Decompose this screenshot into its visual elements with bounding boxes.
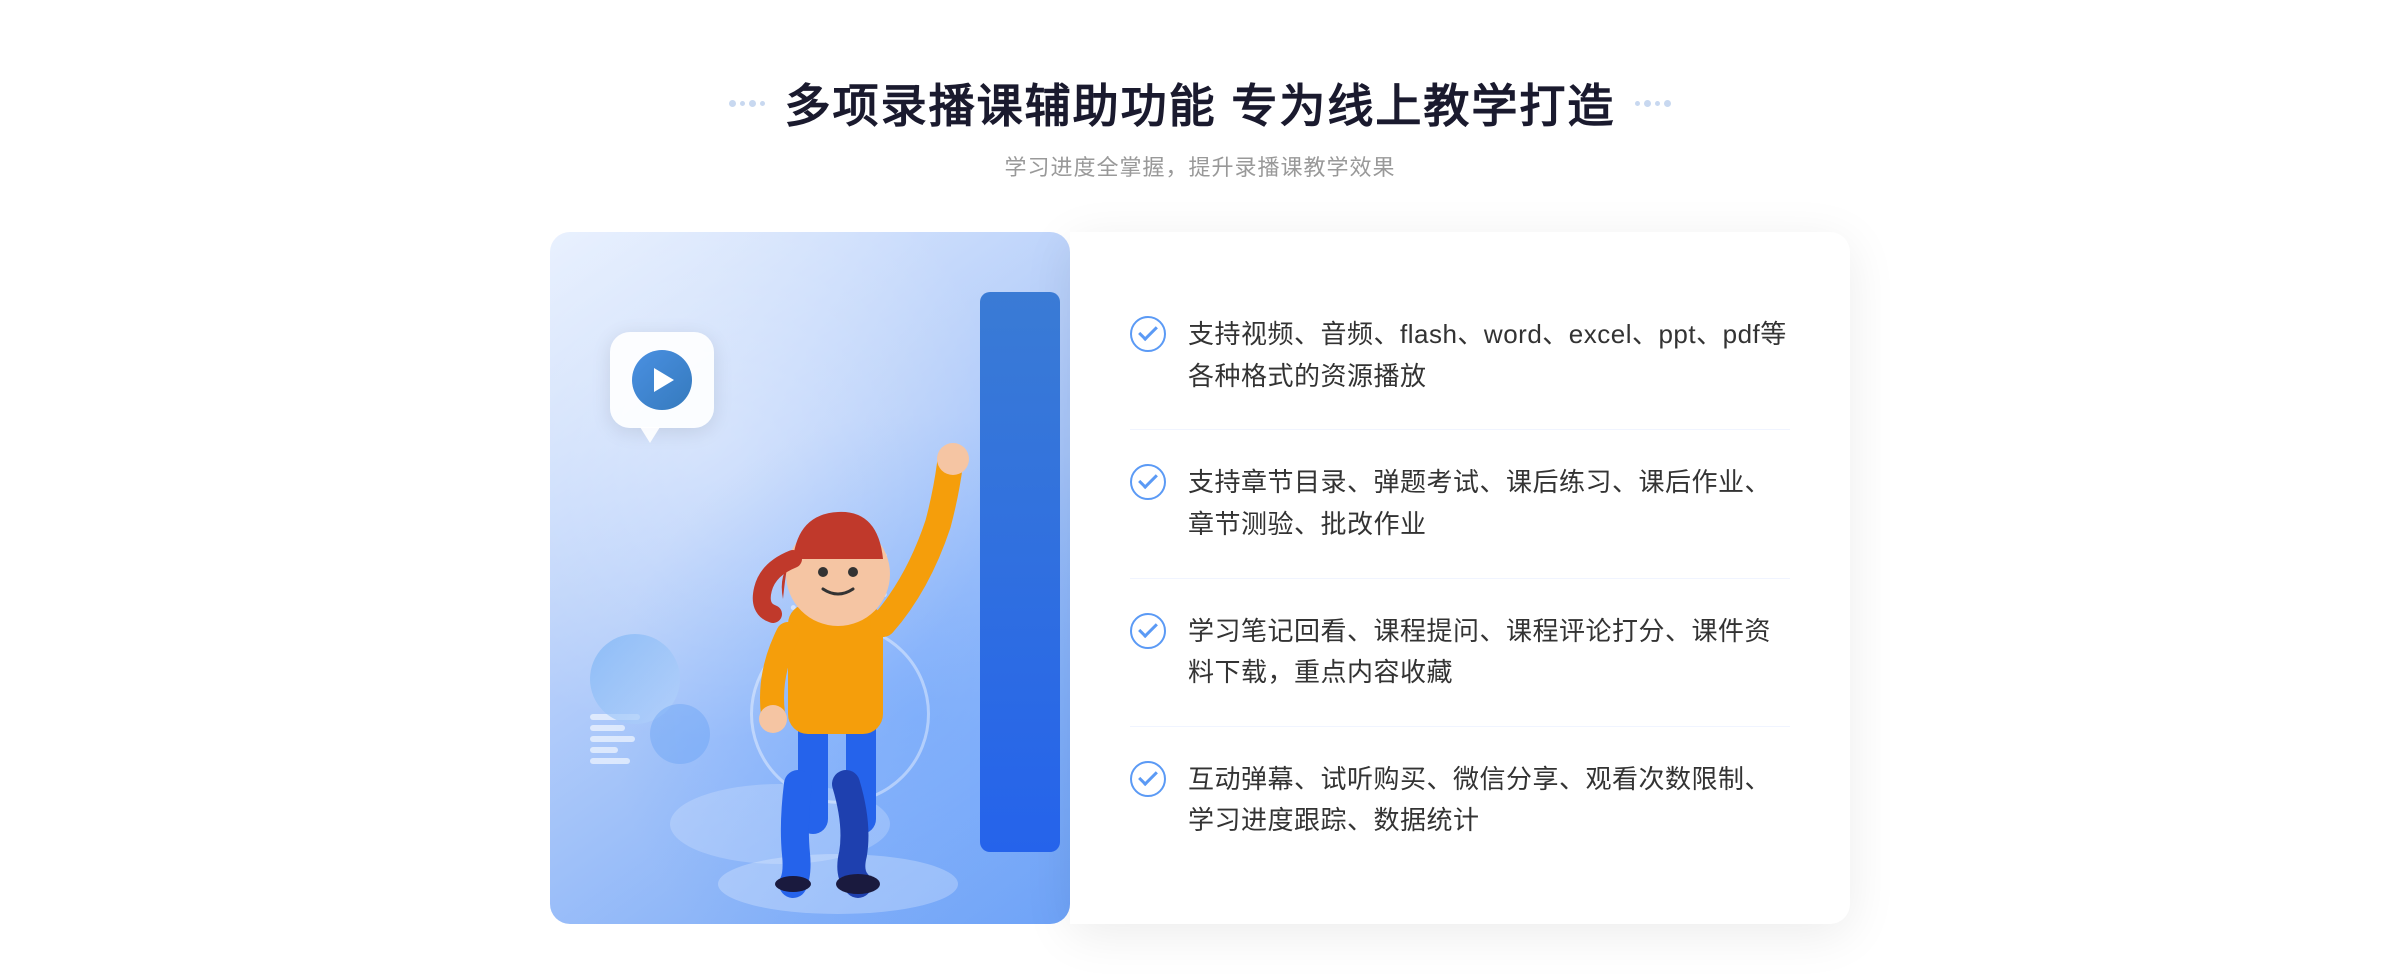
feature-text-2: 支持章节目录、弹题考试、课后练习、课后作业、章节测验、批改作业 [1188,462,1790,545]
figure-container [698,404,978,924]
feature-text-4: 互动弹幕、试听购买、微信分享、观看次数限制、学习进度跟踪、数据统计 [1188,759,1790,842]
check-mark-2 [1138,470,1158,490]
header-section: 多项录播课辅助功能 专为线上教学打造 学习进度全掌握，提升录播课教学效果 [729,70,1672,182]
accent-bar [980,292,1060,852]
feature-item-2: 支持章节目录、弹题考试、课后练习、课后作业、章节测验、批改作业 [1130,430,1790,578]
features-panel: 支持视频、音频、flash、word、excel、ppt、pdf等各种格式的资源… [1070,232,1850,924]
title-decorator-left [729,100,765,107]
feature-text-1: 支持视频、音频、flash、word、excel、ppt、pdf等各种格式的资源… [1188,314,1790,397]
check-icon-2 [1130,464,1166,500]
main-content: » [550,232,1850,924]
check-icon-4 [1130,761,1166,797]
feature-item-4: 互动弹幕、试听购买、微信分享、观看次数限制、学习进度跟踪、数据统计 [1130,727,1790,874]
check-mark-3 [1138,618,1158,638]
page-wrapper: 多项录播课辅助功能 专为线上教学打造 学习进度全掌握，提升录播课教学效果 » [0,10,2400,964]
check-mark-4 [1138,766,1158,786]
deco-line-5 [590,758,630,764]
play-icon [632,350,692,410]
subtitle: 学习进度全掌握，提升录播课教学效果 [1004,150,1395,182]
deco-line-4 [590,747,618,753]
content-area: 支持视频、音频、flash、word、excel、ppt、pdf等各种格式的资源… [550,232,1850,924]
title-text-1: 多项录播课辅助功能 [785,80,1217,132]
check-mark-1 [1138,321,1158,341]
play-triangle [654,368,674,392]
title-row: 多项录播课辅助功能 专为线上教学打造 [729,70,1672,136]
feature-text-3: 学习笔记回看、课程提问、课程评论打分、课件资料下载，重点内容收藏 [1188,611,1790,694]
check-icon-3 [1130,613,1166,649]
deco-line-2 [590,725,625,731]
deco-line-3 [590,736,635,742]
title-text-2: 专为线上教学打造 [1231,80,1615,132]
check-icon-1 [1130,316,1166,352]
title-decorator-right [1635,100,1671,107]
figure-svg [698,404,978,924]
main-title: 多项录播课辅助功能 专为线上教学打造 [785,70,1616,136]
feature-item-1: 支持视频、音频、flash、word、excel、ppt、pdf等各种格式的资源… [1130,282,1790,430]
feature-item-3: 学习笔记回看、课程提问、课程评论打分、课件资料下载，重点内容收藏 [1130,579,1790,727]
